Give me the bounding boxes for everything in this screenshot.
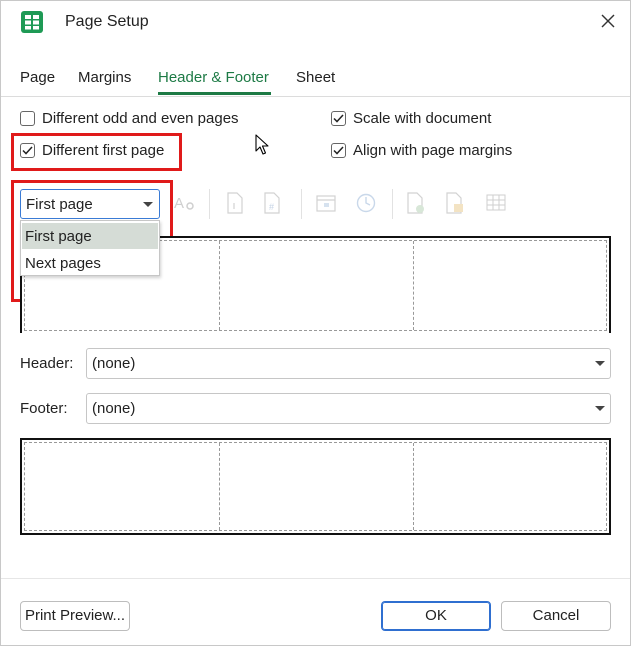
align-with-margins-checkbox[interactable]: Align with page margins <box>331 142 512 159</box>
chevron-down-icon <box>595 361 605 366</box>
toolbar-separator <box>301 189 302 219</box>
button-bar-separator <box>1 578 630 579</box>
option-first-page[interactable]: First page <box>22 223 158 249</box>
toolbar-separator <box>209 189 210 219</box>
footer-label: Footer: <box>20 400 68 417</box>
footer-value: (none) <box>92 400 136 417</box>
checkbox-label: Scale with document <box>353 110 492 127</box>
header-center-section[interactable] <box>219 241 220 330</box>
page-type-dropdown: First page Next pages <box>20 220 160 276</box>
footer-preview-area <box>24 442 607 531</box>
scale-with-document-checkbox[interactable]: Scale with document <box>331 110 491 127</box>
different-odd-even-checkbox[interactable]: Different odd and even pages <box>20 110 239 127</box>
file-path-icon[interactable] <box>405 191 427 215</box>
checkbox-box <box>331 111 346 126</box>
check-icon <box>22 146 33 155</box>
cancel-button[interactable]: Cancel <box>501 601 611 631</box>
footer-right-section[interactable] <box>413 443 414 530</box>
ok-button[interactable]: OK <box>381 601 491 631</box>
tab-sheet[interactable]: Sheet <box>296 69 335 86</box>
chevron-down-icon <box>595 406 605 411</box>
sheet-name-icon[interactable] <box>485 191 507 215</box>
date-icon[interactable] <box>315 191 337 215</box>
checkbox-label: Different odd and even pages <box>42 110 239 127</box>
title-bar: Page Setup <box>1 1 630 45</box>
tab-bar: Page Margins Header & Footer Sheet <box>1 61 630 97</box>
tab-page[interactable]: Page <box>20 69 55 86</box>
checkbox-box <box>20 143 35 158</box>
svg-text:#: # <box>269 202 274 212</box>
print-preview-button[interactable]: Print Preview... <box>20 601 130 631</box>
tab-margins[interactable]: Margins <box>78 69 131 86</box>
page-number-icon[interactable] <box>224 191 246 215</box>
different-first-page-checkbox[interactable]: Different first page <box>20 142 164 159</box>
spreadsheet-app-icon <box>21 11 43 33</box>
mouse-cursor-icon <box>255 134 269 155</box>
header-right-section[interactable] <box>413 241 414 330</box>
page-count-icon[interactable]: # <box>261 191 283 215</box>
close-icon[interactable] <box>596 9 620 33</box>
header-footer-toolbar: A # <box>171 187 516 221</box>
footer-center-section[interactable] <box>219 443 220 530</box>
footer-preview <box>20 438 611 535</box>
chevron-down-icon <box>143 202 153 207</box>
dialog-title: Page Setup <box>65 13 149 30</box>
toolbar-separator <box>392 189 393 219</box>
font-format-icon[interactable]: A <box>173 191 195 215</box>
checkbox-box <box>20 111 35 126</box>
footer-select[interactable]: (none) <box>86 393 611 424</box>
check-icon <box>333 146 344 155</box>
header-label: Header: <box>20 355 74 372</box>
svg-text:A: A <box>174 195 184 212</box>
page-type-value: First page <box>26 196 93 213</box>
checkbox-box <box>331 143 346 158</box>
check-icon <box>333 114 344 123</box>
checkbox-label: Align with page margins <box>353 142 513 159</box>
header-select[interactable]: (none) <box>86 348 611 379</box>
tab-header-footer[interactable]: Header & Footer <box>158 69 269 86</box>
header-value: (none) <box>92 355 136 372</box>
file-name-icon[interactable] <box>444 191 466 215</box>
time-icon[interactable] <box>355 191 377 215</box>
option-next-pages[interactable]: Next pages <box>22 250 158 276</box>
active-tab-indicator <box>158 92 271 95</box>
checkbox-label: Different first page <box>42 142 165 159</box>
page-setup-dialog: Page Setup Page Margins Header & Footer … <box>0 0 631 646</box>
page-type-select[interactable]: First page <box>20 189 160 219</box>
